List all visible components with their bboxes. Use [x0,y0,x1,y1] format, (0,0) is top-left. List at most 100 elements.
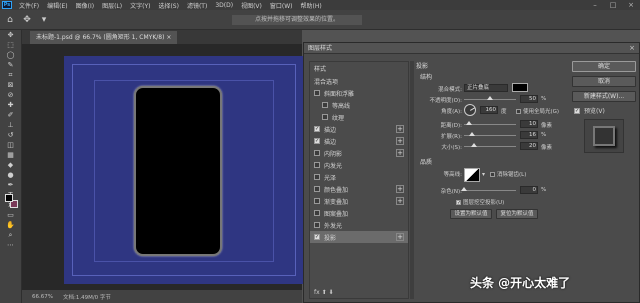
add-style-instance-icon[interactable]: + [396,149,404,157]
window-close-icon[interactable]: × [622,0,640,10]
set-default-button[interactable]: 设置为默认值 [450,209,492,219]
menu-3d[interactable]: 3D(D) [211,2,237,9]
blend-mode-select[interactable]: 正片叠底 [464,84,508,92]
style-item-checkbox[interactable] [314,198,320,204]
angle-dial[interactable] [464,104,476,116]
knockout-box[interactable]: ✓ [456,199,461,205]
shadow-color-swatch[interactable] [512,83,528,92]
style-item-checkbox[interactable]: ✓ [314,234,320,240]
add-style-instance-icon[interactable]: + [396,185,404,193]
contour-picker[interactable] [464,168,480,182]
style-item-checkbox[interactable] [314,174,320,180]
antialias-box[interactable] [490,171,495,177]
global-light-box[interactable] [516,108,521,114]
noise-slider[interactable] [461,187,516,191]
style-item-checkbox[interactable] [322,114,328,120]
marquee-icon[interactable]: ⬚ [0,40,21,50]
style-item[interactable]: ✓ 描边 + [310,135,408,147]
dialog-close-icon[interactable]: × [629,43,635,54]
menu-help[interactable]: 帮助(H) [297,1,326,10]
new-style-button[interactable]: 新建样式(W)... [572,91,636,102]
style-item[interactable]: 颜色叠加 + [310,183,408,195]
document-tab[interactable]: 未标题-1.psd @ 66.7% (圆角矩形 1, CMYK/8) × [30,31,178,44]
style-item-checkbox[interactable] [314,186,320,192]
zoom-level[interactable]: 66.67% [32,294,53,300]
spread-slider[interactable] [464,132,516,136]
distance-slider[interactable] [464,121,516,125]
clone-stamp-icon[interactable]: ⊥ [0,120,21,130]
menu-file[interactable]: 文件(F) [15,1,43,10]
style-item[interactable]: 渐变叠加 + [310,195,408,207]
zoom-icon[interactable]: ⌕ [0,230,21,240]
artboard[interactable] [64,56,304,284]
noise-slider-knob[interactable] [461,187,467,191]
add-style-instance-icon[interactable]: + [396,197,404,205]
add-style-instance-icon[interactable]: + [396,125,404,133]
home-icon[interactable]: ⌂ [3,15,17,25]
frame-icon[interactable]: ⊠ [0,80,21,90]
size-slider-knob[interactable] [471,143,478,147]
style-item-checkbox[interactable] [322,102,328,108]
move-icon[interactable]: ✥ [0,30,21,40]
menu-select[interactable]: 选择(S) [154,1,183,10]
style-item-checkbox[interactable]: ✓ [314,126,320,132]
eraser-icon[interactable]: ◫ [0,140,21,150]
style-item[interactable]: 光泽 [310,171,408,183]
contour-dropdown-icon[interactable]: ▾ [482,171,485,178]
style-item[interactable]: 外发光 [310,219,408,231]
menu-window[interactable]: 窗口(W) [266,1,297,10]
global-light-checkbox[interactable]: 使用全局光(G) [516,107,559,115]
move-tool-icon[interactable]: ✥ [20,15,34,25]
lasso-icon[interactable]: ◯ [0,50,21,60]
styles-header[interactable]: 样式 [310,62,408,75]
hand-icon[interactable]: ✋ [0,220,21,230]
style-item[interactable]: ✓ 描边 + [310,123,408,135]
more-tools-icon[interactable]: ⋯ [0,240,21,250]
preview-checkbox[interactable]: ✓ 预览(V) [574,106,636,115]
maximize-icon[interactable]: □ [604,0,622,10]
style-item[interactable]: 纹理 [310,111,408,123]
style-item-checkbox[interactable] [314,150,320,156]
style-item[interactable]: 斜面和浮雕 [310,87,408,99]
healing-brush-icon[interactable]: ✚ [0,100,21,110]
style-item-checkbox[interactable] [314,210,320,216]
style-item[interactable]: ✓ 投影 + [310,231,408,243]
noise-input[interactable]: 0 [520,186,538,194]
minimize-icon[interactable]: – [586,0,604,10]
opacity-input[interactable]: 50 [520,95,538,103]
menu-type[interactable]: 文字(Y) [126,1,154,10]
style-item-checkbox[interactable] [314,162,320,168]
menu-view[interactable]: 视图(V) [237,1,266,10]
eyedropper-icon[interactable]: ⊘ [0,90,21,100]
blur-icon[interactable]: ◆ [0,160,21,170]
spread-input[interactable]: 16 [520,131,538,139]
distance-slider-knob[interactable] [466,121,473,125]
style-list-scrollbar[interactable] [410,61,414,299]
history-brush-icon[interactable]: ↺ [0,130,21,140]
style-item-checkbox[interactable]: ✓ [314,138,320,144]
brush-icon[interactable]: ✐ [0,110,21,120]
spread-slider-knob[interactable] [469,132,476,136]
foreground-color-swatch[interactable] [5,194,13,202]
list-footer[interactable]: fx ⬆ ⬇ [314,289,334,296]
preview-box[interactable]: ✓ [574,107,580,114]
menu-edit[interactable]: 编辑(E) [43,1,71,10]
pen-icon[interactable]: ✒ [0,180,21,190]
add-style-instance-icon[interactable]: + [396,137,404,145]
reset-default-button[interactable]: 复位为默认值 [496,209,538,219]
add-style-instance-icon[interactable]: + [396,233,404,241]
gradient-icon[interactable]: ▦ [0,150,21,160]
knockout-checkbox[interactable]: ✓ 图层挖空投影(U) [456,198,504,206]
style-item[interactable]: 内发光 [310,159,408,171]
menu-filter[interactable]: 滤镜(T) [183,1,211,10]
distance-input[interactable]: 10 [520,120,538,128]
style-item[interactable]: 等高线 [310,99,408,111]
ok-button[interactable]: 确定 [572,61,636,72]
size-slider[interactable] [464,143,516,147]
opacity-slider-knob[interactable] [487,96,493,100]
style-item-checkbox[interactable] [314,222,320,228]
antialias-checkbox[interactable]: 消除锯齿(L) [490,170,526,178]
document-info[interactable]: 文档:1.49M/0 字节 [63,293,111,301]
crop-icon[interactable]: ⌗ [0,70,21,80]
cancel-button[interactable]: 取消 [572,76,636,87]
